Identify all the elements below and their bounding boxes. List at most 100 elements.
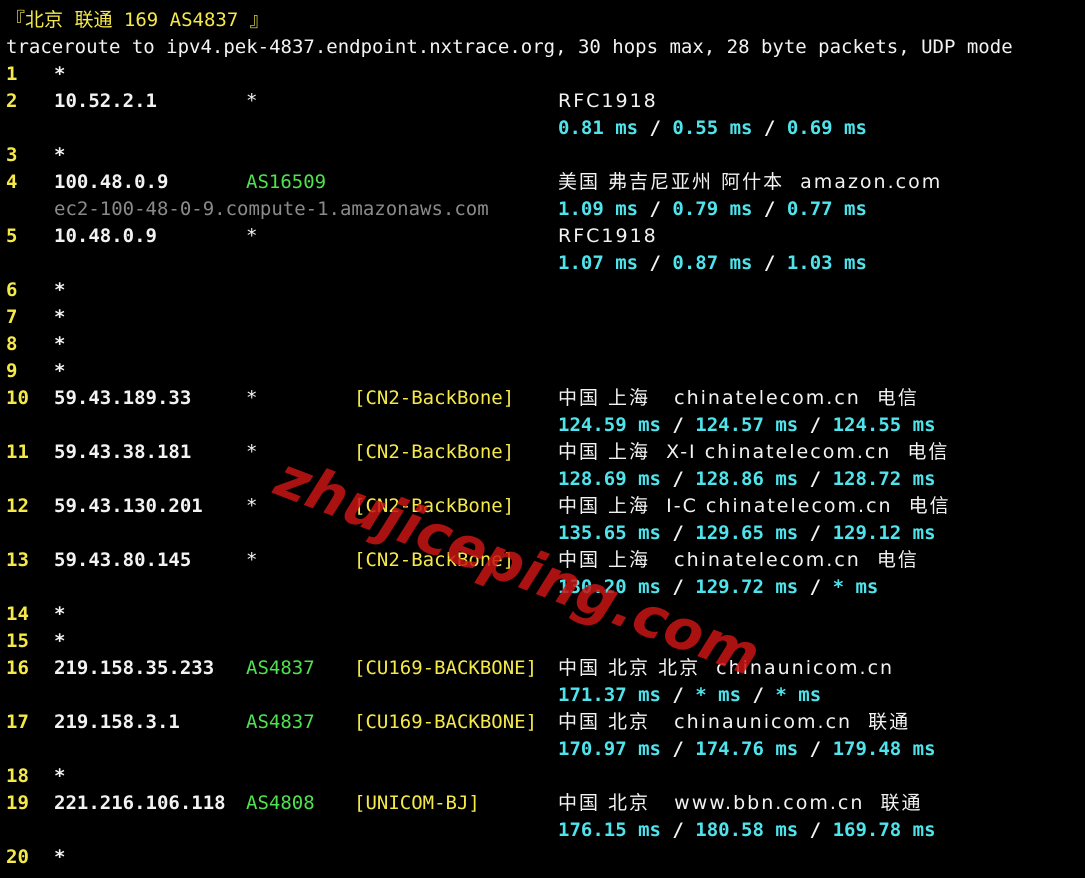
rtt-value: 171.37 ms xyxy=(558,684,661,706)
hop-ip: * xyxy=(54,603,66,625)
hop-ip: 59.43.38.181 xyxy=(54,441,192,463)
rtt-value: 128.86 ms xyxy=(695,468,799,490)
hop-rtt: 171.37 ms / * ms / * ms xyxy=(558,684,822,706)
hop-tag: [CN2-BackBone] xyxy=(354,495,515,517)
hop-geo-info: 中国 上海 I-C chinatelecom.cn 电信 xyxy=(558,495,951,517)
hop-geo-info: 中国 上海 chinatelecom.cn 电信 xyxy=(558,549,919,571)
hop-number: 11 xyxy=(6,441,29,463)
hop-ip: 59.43.189.33 xyxy=(54,387,192,409)
hop-rtt: 1.07 ms / 0.87 ms / 1.03 ms xyxy=(558,252,867,274)
hop-rtt: 1.09 ms / 0.79 ms / 0.77 ms xyxy=(558,198,867,220)
hop-number: 6 xyxy=(6,279,18,301)
hop-number: 18 xyxy=(6,765,29,787)
hop-number: 4 xyxy=(6,171,18,193)
rtt-value: 124.55 ms xyxy=(832,414,936,436)
hop-rtt: 0.81 ms / 0.55 ms / 0.69 ms xyxy=(558,117,867,139)
hop-rtt: 124.59 ms / 124.57 ms / 124.55 ms xyxy=(558,414,936,436)
hop-tag: [CN2-BackBone] xyxy=(354,549,515,571)
hop-ip: * xyxy=(54,765,66,787)
hop-number: 1 xyxy=(6,63,18,85)
rtt-value: 0.77 ms xyxy=(786,198,867,220)
hop-number: 14 xyxy=(6,603,29,625)
rtt-value: 174.76 ms xyxy=(695,738,799,760)
rtt-value: 0.79 ms xyxy=(672,198,753,220)
rtt-value: 1.07 ms xyxy=(558,252,639,274)
rtt-value: 124.57 ms xyxy=(695,414,799,436)
hop-ip: 10.52.2.1 xyxy=(54,90,157,112)
rtt-value: 124.59 ms xyxy=(558,414,661,436)
hop-ip: * xyxy=(54,333,66,355)
hop-geo-info: 中国 上海 X-I chinatelecom.cn 电信 xyxy=(558,441,950,463)
hop-number: 20 xyxy=(6,846,29,868)
rtt-value: 135.65 ms xyxy=(558,522,661,544)
rtt-value: 128.72 ms xyxy=(832,468,936,490)
rtt-value: 129.72 ms xyxy=(695,576,799,598)
rtt-value: 0.87 ms xyxy=(672,252,753,274)
hop-number: 9 xyxy=(6,360,18,382)
rtt-value: 169.78 ms xyxy=(832,819,936,841)
hop-ip: 59.43.80.145 xyxy=(54,549,192,571)
hop-number: 2 xyxy=(6,90,18,112)
hop-ip: * xyxy=(54,630,66,652)
rtt-value: * ms xyxy=(832,576,879,598)
hop-ip: 100.48.0.9 xyxy=(54,171,169,193)
rtt-value: 0.69 ms xyxy=(786,117,867,139)
hop-number: 13 xyxy=(6,549,29,571)
hop-geo-info: 中国 北京 www.bbn.com.cn 联通 xyxy=(558,792,923,814)
hop-ip: 219.158.3.1 xyxy=(54,711,180,733)
hop-geo-info: RFC1918 xyxy=(558,90,658,112)
hop-tag: [CN2-BackBone] xyxy=(354,387,515,409)
hop-asn: * xyxy=(246,441,258,463)
hop-ip: * xyxy=(54,846,66,868)
hop-ip: 59.43.130.201 xyxy=(54,495,203,517)
hop-ip: 10.48.0.9 xyxy=(54,225,157,247)
hop-ip: * xyxy=(54,63,66,85)
hop-asn: AS16509 xyxy=(246,171,327,193)
hop-asn: * xyxy=(246,387,258,409)
hop-rtt: 135.65 ms / 129.65 ms / 129.12 ms xyxy=(558,522,936,544)
traceroute-command: traceroute to ipv4.pek-4837.endpoint.nxt… xyxy=(6,36,1013,58)
hop-number: 7 xyxy=(6,306,18,328)
hop-geo-info: 中国 北京 北京 chinaunicom.cn xyxy=(558,657,895,679)
rtt-value: 1.03 ms xyxy=(786,252,867,274)
hop-geo-info: 美国 弗吉尼亚州 阿什本 amazon.com xyxy=(558,171,943,193)
hop-rtt: 130.20 ms / 129.72 ms / * ms xyxy=(558,576,879,598)
hop-geo-info: 中国 北京 chinaunicom.cn 联通 xyxy=(558,711,911,733)
hop-tag: [CN2-BackBone] xyxy=(354,441,515,463)
hop-number: 16 xyxy=(6,657,29,679)
rtt-value: 179.48 ms xyxy=(832,738,936,760)
rtt-value: 129.65 ms xyxy=(695,522,799,544)
hop-geo-info: RFC1918 xyxy=(558,225,658,247)
hop-ip: 221.216.106.118 xyxy=(54,792,226,814)
trace-title: 『北京 联通 169 AS4837 』 xyxy=(6,9,269,31)
hop-asn: * xyxy=(246,495,258,517)
hop-ip: * xyxy=(54,360,66,382)
hop-number: 3 xyxy=(6,144,18,166)
hop-ip: 219.158.35.233 xyxy=(54,657,215,679)
rtt-value: 170.97 ms xyxy=(558,738,661,760)
hop-number: 19 xyxy=(6,792,29,814)
hop-number: 12 xyxy=(6,495,29,517)
rtt-value: 130.20 ms xyxy=(558,576,661,598)
hop-asn: AS4837 xyxy=(246,657,315,679)
rtt-value: * ms xyxy=(695,684,742,706)
rtt-value: 1.09 ms xyxy=(558,198,639,220)
hop-ip: * xyxy=(54,306,66,328)
rtt-value: 180.58 ms xyxy=(695,819,799,841)
hop-rtt: 128.69 ms / 128.86 ms / 128.72 ms xyxy=(558,468,936,490)
hop-number: 8 xyxy=(6,333,18,355)
hop-hostname: ec2-100-48-0-9.compute-1.amazonaws.com xyxy=(54,198,489,220)
rtt-value: 129.12 ms xyxy=(832,522,936,544)
hop-tag: [CU169-BACKBONE] xyxy=(354,711,538,733)
hop-asn: * xyxy=(246,549,258,571)
hop-geo-info: 中国 上海 chinatelecom.cn 电信 xyxy=(558,387,919,409)
hop-tag: [UNICOM-BJ] xyxy=(354,792,480,814)
hop-asn: * xyxy=(246,225,258,247)
rtt-value: 128.69 ms xyxy=(558,468,661,490)
hop-number: 15 xyxy=(6,630,29,652)
hop-rtt: 170.97 ms / 174.76 ms / 179.48 ms xyxy=(558,738,936,760)
hop-rtt: 176.15 ms / 180.58 ms / 169.78 ms xyxy=(558,819,936,841)
hop-ip: * xyxy=(54,279,66,301)
hop-asn: AS4808 xyxy=(246,792,315,814)
hop-tag: [CU169-BACKBONE] xyxy=(354,657,538,679)
